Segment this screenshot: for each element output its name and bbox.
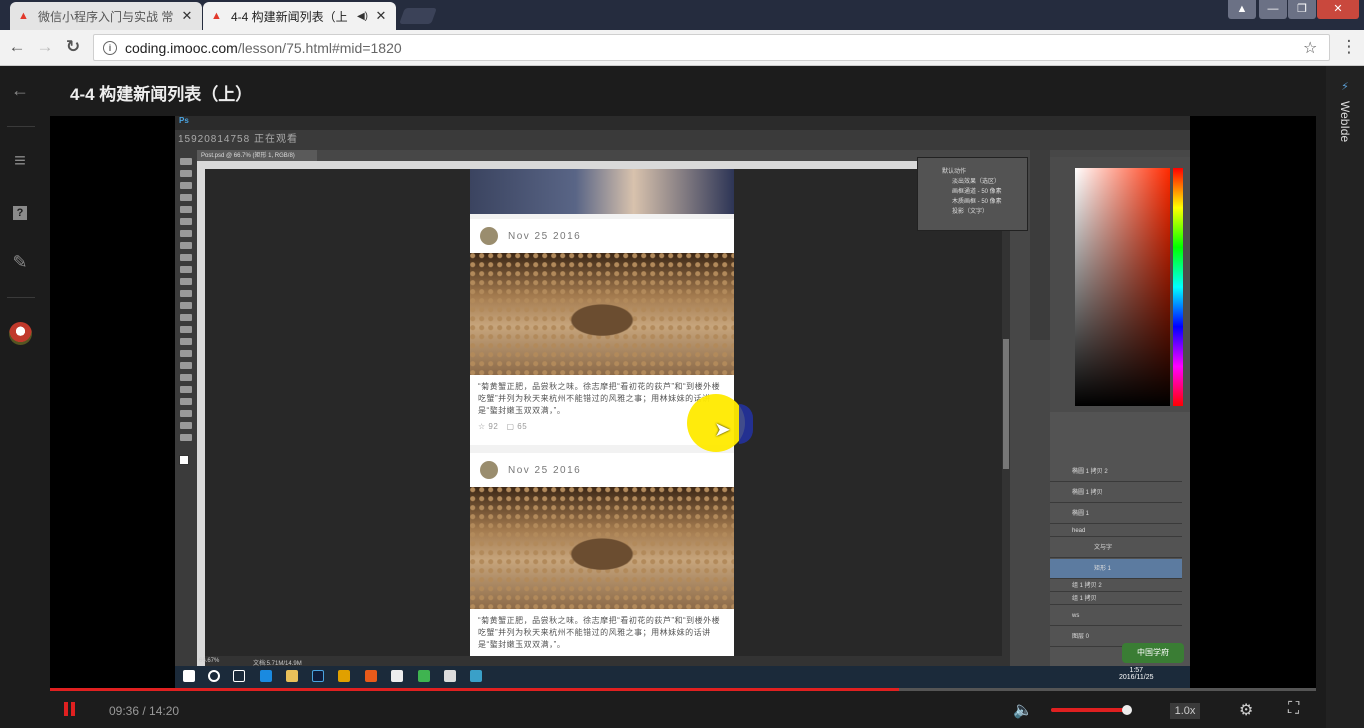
ps-toolbox — [175, 150, 197, 666]
comment-icon: ▢ 65 — [506, 422, 528, 431]
app-icon — [365, 670, 377, 682]
edge-icon — [260, 670, 272, 682]
browser-tab-active[interactable]: ▲ 4-4 构建新闻列表（上 ◀) ✕ — [203, 2, 396, 30]
fullscreen-icon[interactable]: ⛶ — [1288, 700, 1299, 718]
progress-fill — [50, 688, 900, 691]
mail-icon — [391, 670, 403, 682]
volume-fill — [1051, 708, 1127, 712]
ps-layers-panel: 椭圆 1 拷贝 2 椭圆 1 拷贝 椭圆 1 head 文与字 矩形 1 组 1… — [1050, 412, 1190, 666]
ps-ruler — [197, 161, 1002, 169]
pause-icon[interactable] — [64, 702, 76, 716]
ps-options-bar — [175, 130, 1190, 150]
ps-status-bar: 66.67% 文档:5.71M/14.9M — [199, 656, 1002, 667]
restore-button[interactable]: ❐ — [1288, 0, 1316, 19]
ps-actions-panel: 默认动作 淡出效果（选区） 画框通道 - 50 像素 木质画框 - 50 像素 … — [917, 157, 1028, 231]
like-icon: ☆ 92 — [478, 422, 499, 431]
address-bar[interactable]: i coding.imooc.com/lesson/75.html#mid=18… — [93, 34, 1330, 61]
windows-icon — [183, 670, 195, 682]
settings-gear-icon[interactable]: ⚙ — [1239, 700, 1253, 720]
tab-title: 微信小程序入门与实战 常 — [38, 9, 174, 24]
reload-button[interactable]: ↻ — [61, 35, 85, 59]
page-title: 4-4 构建新闻列表（上） — [70, 85, 253, 104]
avatar — [480, 227, 498, 245]
close-tab-icon[interactable]: ✕ — [374, 8, 388, 24]
info-icon[interactable]: i — [103, 40, 117, 55]
app-icon — [418, 670, 430, 682]
audio-icon[interactable]: ◀) — [357, 11, 368, 22]
minimize-button[interactable]: — — [1259, 0, 1287, 19]
task-view-icon — [233, 670, 245, 682]
user-icon[interactable]: ▲ — [1228, 0, 1256, 19]
list-icon[interactable]: ≡ — [0, 150, 40, 173]
close-tab-icon[interactable]: ✕ — [180, 8, 194, 24]
post-header: Nov 25 2016 — [470, 453, 734, 487]
folder-icon — [286, 670, 298, 682]
divider — [7, 297, 35, 298]
close-window-button[interactable]: ✕ — [1317, 0, 1359, 19]
ps-vruler — [197, 169, 205, 666]
chrome-icon — [338, 670, 350, 682]
taskbar-clock: 1:57 2016/11/25 — [1119, 667, 1154, 681]
app-icon — [470, 670, 482, 682]
crab-photo — [470, 253, 734, 375]
ps-scrollbar — [1002, 169, 1010, 666]
volume-icon[interactable]: 🔈 — [1013, 700, 1033, 720]
back-button[interactable]: ← — [5, 35, 29, 59]
time-readout: 09:36 / 14:20 — [109, 704, 180, 718]
watermark: 中国学府 — [1122, 643, 1184, 663]
browser-tab[interactable]: ▲ 微信小程序入门与实战 常 ✕ — [10, 2, 202, 30]
new-tab-button[interactable] — [399, 8, 437, 24]
playback-speed-button[interactable]: 1.0x — [1170, 703, 1200, 719]
ps-doc-tab: Post.psd @ 66.7% (矩形 1, RGB/8) — [197, 150, 317, 161]
imooc-flame-icon: ▲ — [18, 10, 29, 22]
arrow-left-icon[interactable]: ← — [0, 80, 40, 101]
browser-menu-icon[interactable]: ⋮ — [1337, 35, 1361, 59]
webide-button[interactable]: ⚡ WebIde — [1326, 80, 1364, 142]
ps-color-field — [1075, 168, 1170, 406]
lightning-icon: ⚡ — [1341, 81, 1349, 93]
question-icon[interactable]: ? — [0, 203, 40, 221]
crab-photo — [470, 487, 734, 609]
viewer-overlay: 15920814758 正在观看 — [178, 134, 298, 145]
webide-panel — [1326, 66, 1364, 728]
volume-knob[interactable] — [1122, 705, 1132, 715]
ps-panel-dock — [1030, 150, 1050, 340]
avatar[interactable] — [9, 322, 32, 345]
windows-taskbar: 1:57 2016/11/25 — [175, 666, 1190, 688]
webide-label: WebIde — [1338, 101, 1352, 143]
mouse-pointer-icon: ➤ — [714, 419, 731, 441]
imooc-flame-icon: ▲ — [211, 10, 222, 22]
pencil-icon[interactable]: ✎ — [0, 252, 40, 273]
tab-title: 4-4 构建新闻列表（上 — [231, 9, 348, 24]
post-header: Nov 25 2016 — [470, 219, 734, 253]
post-text: “菊黄蟹正肥，品尝秋之味。徐志摩把“看初花的荻芦”和“到楼外楼吃蟹”并列为秋天来… — [470, 609, 734, 660]
app-icon — [444, 670, 456, 682]
bookmark-star-icon[interactable]: ☆ — [1303, 38, 1329, 58]
photoshop-screen: Ps 15920814758 正在观看 Post.psd @ 66.7% (矩形… — [175, 116, 1190, 688]
avatar — [480, 461, 498, 479]
photoshop-icon — [312, 670, 324, 682]
ps-hue-slider — [1173, 168, 1183, 406]
divider — [7, 126, 35, 127]
ps-menubar: Ps — [175, 116, 1190, 130]
banner-image — [470, 169, 734, 214]
search-icon — [208, 670, 220, 682]
forward-button[interactable]: → — [33, 35, 57, 59]
url-text[interactable]: coding.imooc.com/lesson/75.html#mid=1820 — [125, 40, 1303, 56]
